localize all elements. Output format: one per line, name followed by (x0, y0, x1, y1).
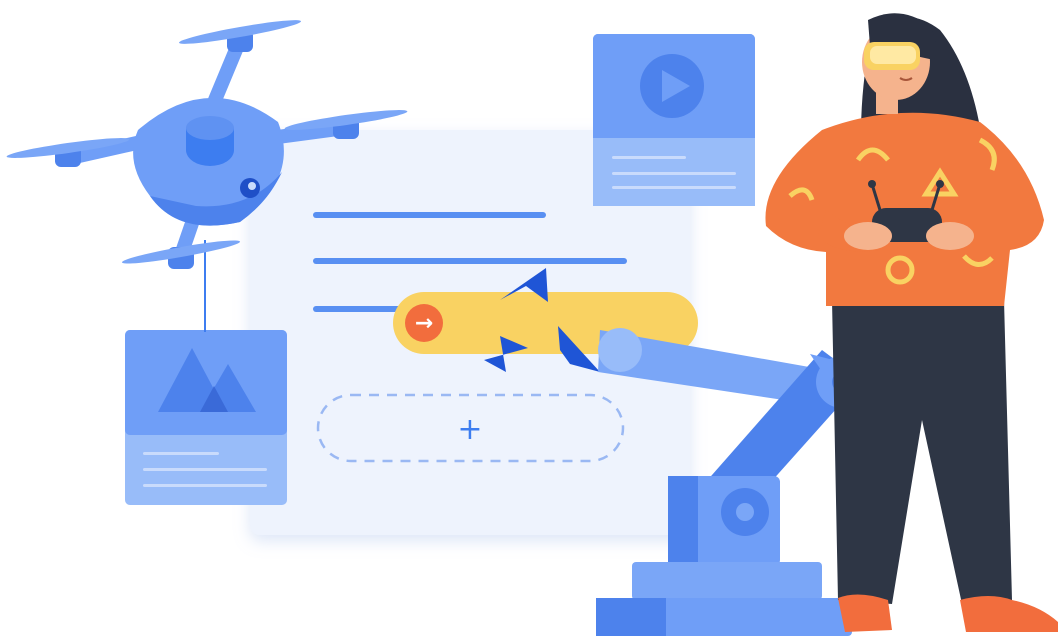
image-card (125, 330, 287, 505)
illustration-svg (6, 13, 1058, 636)
arrow-right-icon-glyph: → (414, 311, 434, 336)
plus-icon[interactable]: + (455, 410, 485, 450)
person-with-vr-headset (765, 13, 1058, 632)
text-line-1 (313, 212, 546, 218)
propeller-top (178, 20, 302, 52)
illustration-scene: + → (0, 0, 1061, 636)
video-card (593, 34, 755, 206)
text-line-2 (313, 258, 627, 264)
